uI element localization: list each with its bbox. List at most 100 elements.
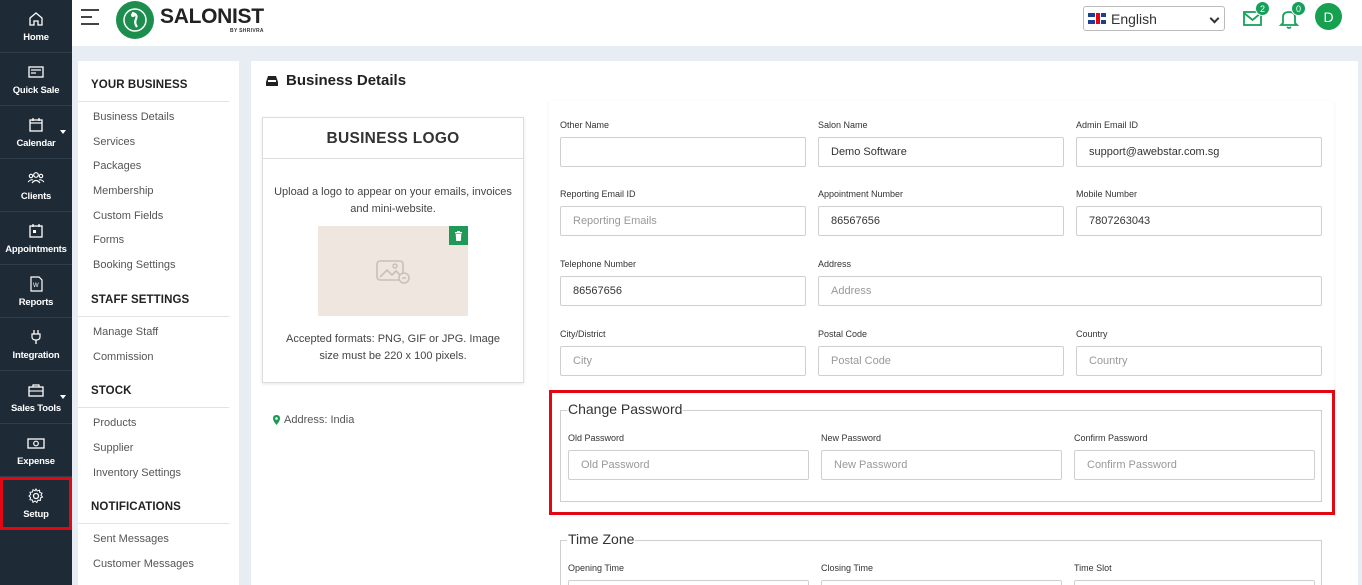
nav-calendar[interactable]: Calendar [0,106,72,159]
city-label: City/District [560,329,606,339]
nav-setup[interactable]: Setup [0,477,72,530]
brand-logo[interactable]: SALONIST BY SHRIVRA [116,0,264,40]
logo-upload-area[interactable] [318,226,468,316]
subnav-sent-messages[interactable]: Sent Messages [78,527,239,552]
nav-expense[interactable]: Expense [0,424,72,477]
admin-email-field: Admin Email ID support@awebstar.com.sg [1076,120,1322,167]
menu-toggle-icon[interactable] [81,9,101,27]
time-zone-fieldset: Time Zone Opening Time Closing Time Time… [560,531,1322,585]
home-icon [29,11,43,26]
subnav-forms[interactable]: Forms [78,228,239,253]
section-your-business: YOUR BUSINESS [78,61,229,102]
address-input[interactable]: Address [818,276,1322,306]
subnav-booking-settings[interactable]: Booking Settings [78,253,239,278]
messages-count-badge: 2 [1255,1,1270,16]
plug-icon [31,329,41,344]
brand-subtitle: BY SHRIVRA [230,28,264,34]
nav-clients[interactable]: Clients [0,159,72,212]
postal-code-input[interactable]: Postal Code [818,346,1064,376]
address-field: Address Address [818,259,1322,306]
register-icon [28,65,44,78]
page-title: Business Details [265,72,406,89]
postal-code-field: Postal Code Postal Code [818,329,1064,376]
telephone-number-label: Telephone Number [560,259,637,269]
nav-home-label: Home [23,31,49,43]
nav-appointments[interactable]: Appointments [0,212,72,265]
subnav-manage-staff[interactable]: Manage Staff [78,320,239,345]
delete-logo-button[interactable] [449,226,468,245]
old-password-field: Old Password Old Password [568,433,809,480]
business-logo-description: Upload a logo to appear on your emails, … [274,186,512,215]
nav-home[interactable]: Home [0,0,72,53]
top-bar: SALONIST BY SHRIVRA English 2 0 D [72,0,1362,46]
nav-expense-label: Expense [17,455,55,467]
time-slot-field: Time Slot [1074,563,1315,585]
reporting-email-label: Reporting Email ID [560,189,636,199]
subnav-packages[interactable]: Packages [78,154,239,179]
image-placeholder-icon [376,260,410,284]
language-select[interactable]: English [1083,6,1225,31]
mobile-number-input[interactable]: 7807263043 [1076,206,1322,236]
nav-sales-tools-label: Sales Tools [11,402,61,414]
chevron-down-icon [60,130,66,134]
notifications-button[interactable]: 0 [1277,1,1306,30]
settings-nav: YOUR BUSINESS Business Details Services … [78,61,239,585]
country-input[interactable]: Country [1076,346,1322,376]
admin-email-label: Admin Email ID [1076,120,1139,130]
calendar-icon [29,117,43,132]
report-icon: W [30,275,43,292]
salon-name-field: Salon Name Demo Software [818,120,1064,167]
language-value: English [1111,10,1157,27]
nav-calendar-label: Calendar [16,137,56,149]
subnav-business-details[interactable]: Business Details [78,105,239,130]
new-password-input[interactable]: New Password [821,450,1062,480]
business-details-panel: Business Details BUSINESS LOGO Upload a … [251,61,1358,585]
address-label: Address [818,259,852,269]
accepted-formats-note: Accepted formats: PNG, GIF or JPG. Image… [286,333,500,362]
appointment-number-label: Appointment Number [818,189,904,199]
old-password-input[interactable]: Old Password [568,450,809,480]
appointment-number-field: Appointment Number 86567656 [818,189,1064,236]
avatar[interactable]: D [1315,3,1342,30]
confirm-password-field: Confirm Password Confirm Password [1074,433,1315,480]
nav-quick-sale[interactable]: Quick Sale [0,53,72,106]
address-note: Address: India [273,414,354,426]
subnav-supplier[interactable]: Supplier [78,436,239,461]
subnav-custom-fields[interactable]: Custom Fields [78,204,239,229]
nav-setup-label: Setup [23,508,49,520]
brand-name: SALONIST [160,5,264,28]
opening-time-label: Opening Time [568,563,625,573]
confirm-password-label: Confirm Password [1074,433,1148,443]
subnav-products[interactable]: Products [78,411,239,436]
reporting-email-input[interactable]: Reporting Emails [560,206,806,236]
subnav-services[interactable]: Services [78,130,239,155]
map-pin-icon [273,415,280,425]
appointment-number-input[interactable]: 86567656 [818,206,1064,236]
svg-text:W: W [33,283,39,289]
subnav-commission[interactable]: Commission [78,345,239,370]
nav-integration[interactable]: Integration [0,318,72,371]
nav-sales-tools[interactable]: Sales Tools [0,371,72,424]
nav-quick-sale-label: Quick Sale [12,84,60,96]
subnav-membership[interactable]: Membership [78,179,239,204]
opening-time-input[interactable] [568,580,809,585]
users-icon [27,171,45,183]
appointment-icon [29,223,43,238]
closing-time-input[interactable] [821,580,1062,585]
mobile-number-label: Mobile Number [1076,189,1138,199]
messages-button[interactable]: 2 [1241,1,1270,30]
confirm-password-input[interactable]: Confirm Password [1074,450,1315,480]
other-name-input[interactable] [560,137,806,167]
briefcase-icon [28,383,44,397]
nav-reports[interactable]: W Reports [0,265,72,318]
city-field: City/District City [560,329,806,376]
telephone-number-input[interactable]: 86567656 [560,276,806,306]
address-note-text: Address: India [284,414,355,426]
admin-email-input[interactable]: support@awebstar.com.sg [1076,137,1322,167]
opening-time-field: Opening Time [568,563,809,585]
city-input[interactable]: City [560,346,806,376]
subnav-inventory-settings[interactable]: Inventory Settings [78,461,239,486]
time-slot-input[interactable] [1074,580,1315,585]
subnav-customer-messages[interactable]: Customer Messages [78,552,239,577]
salon-name-input[interactable]: Demo Software [818,137,1064,167]
